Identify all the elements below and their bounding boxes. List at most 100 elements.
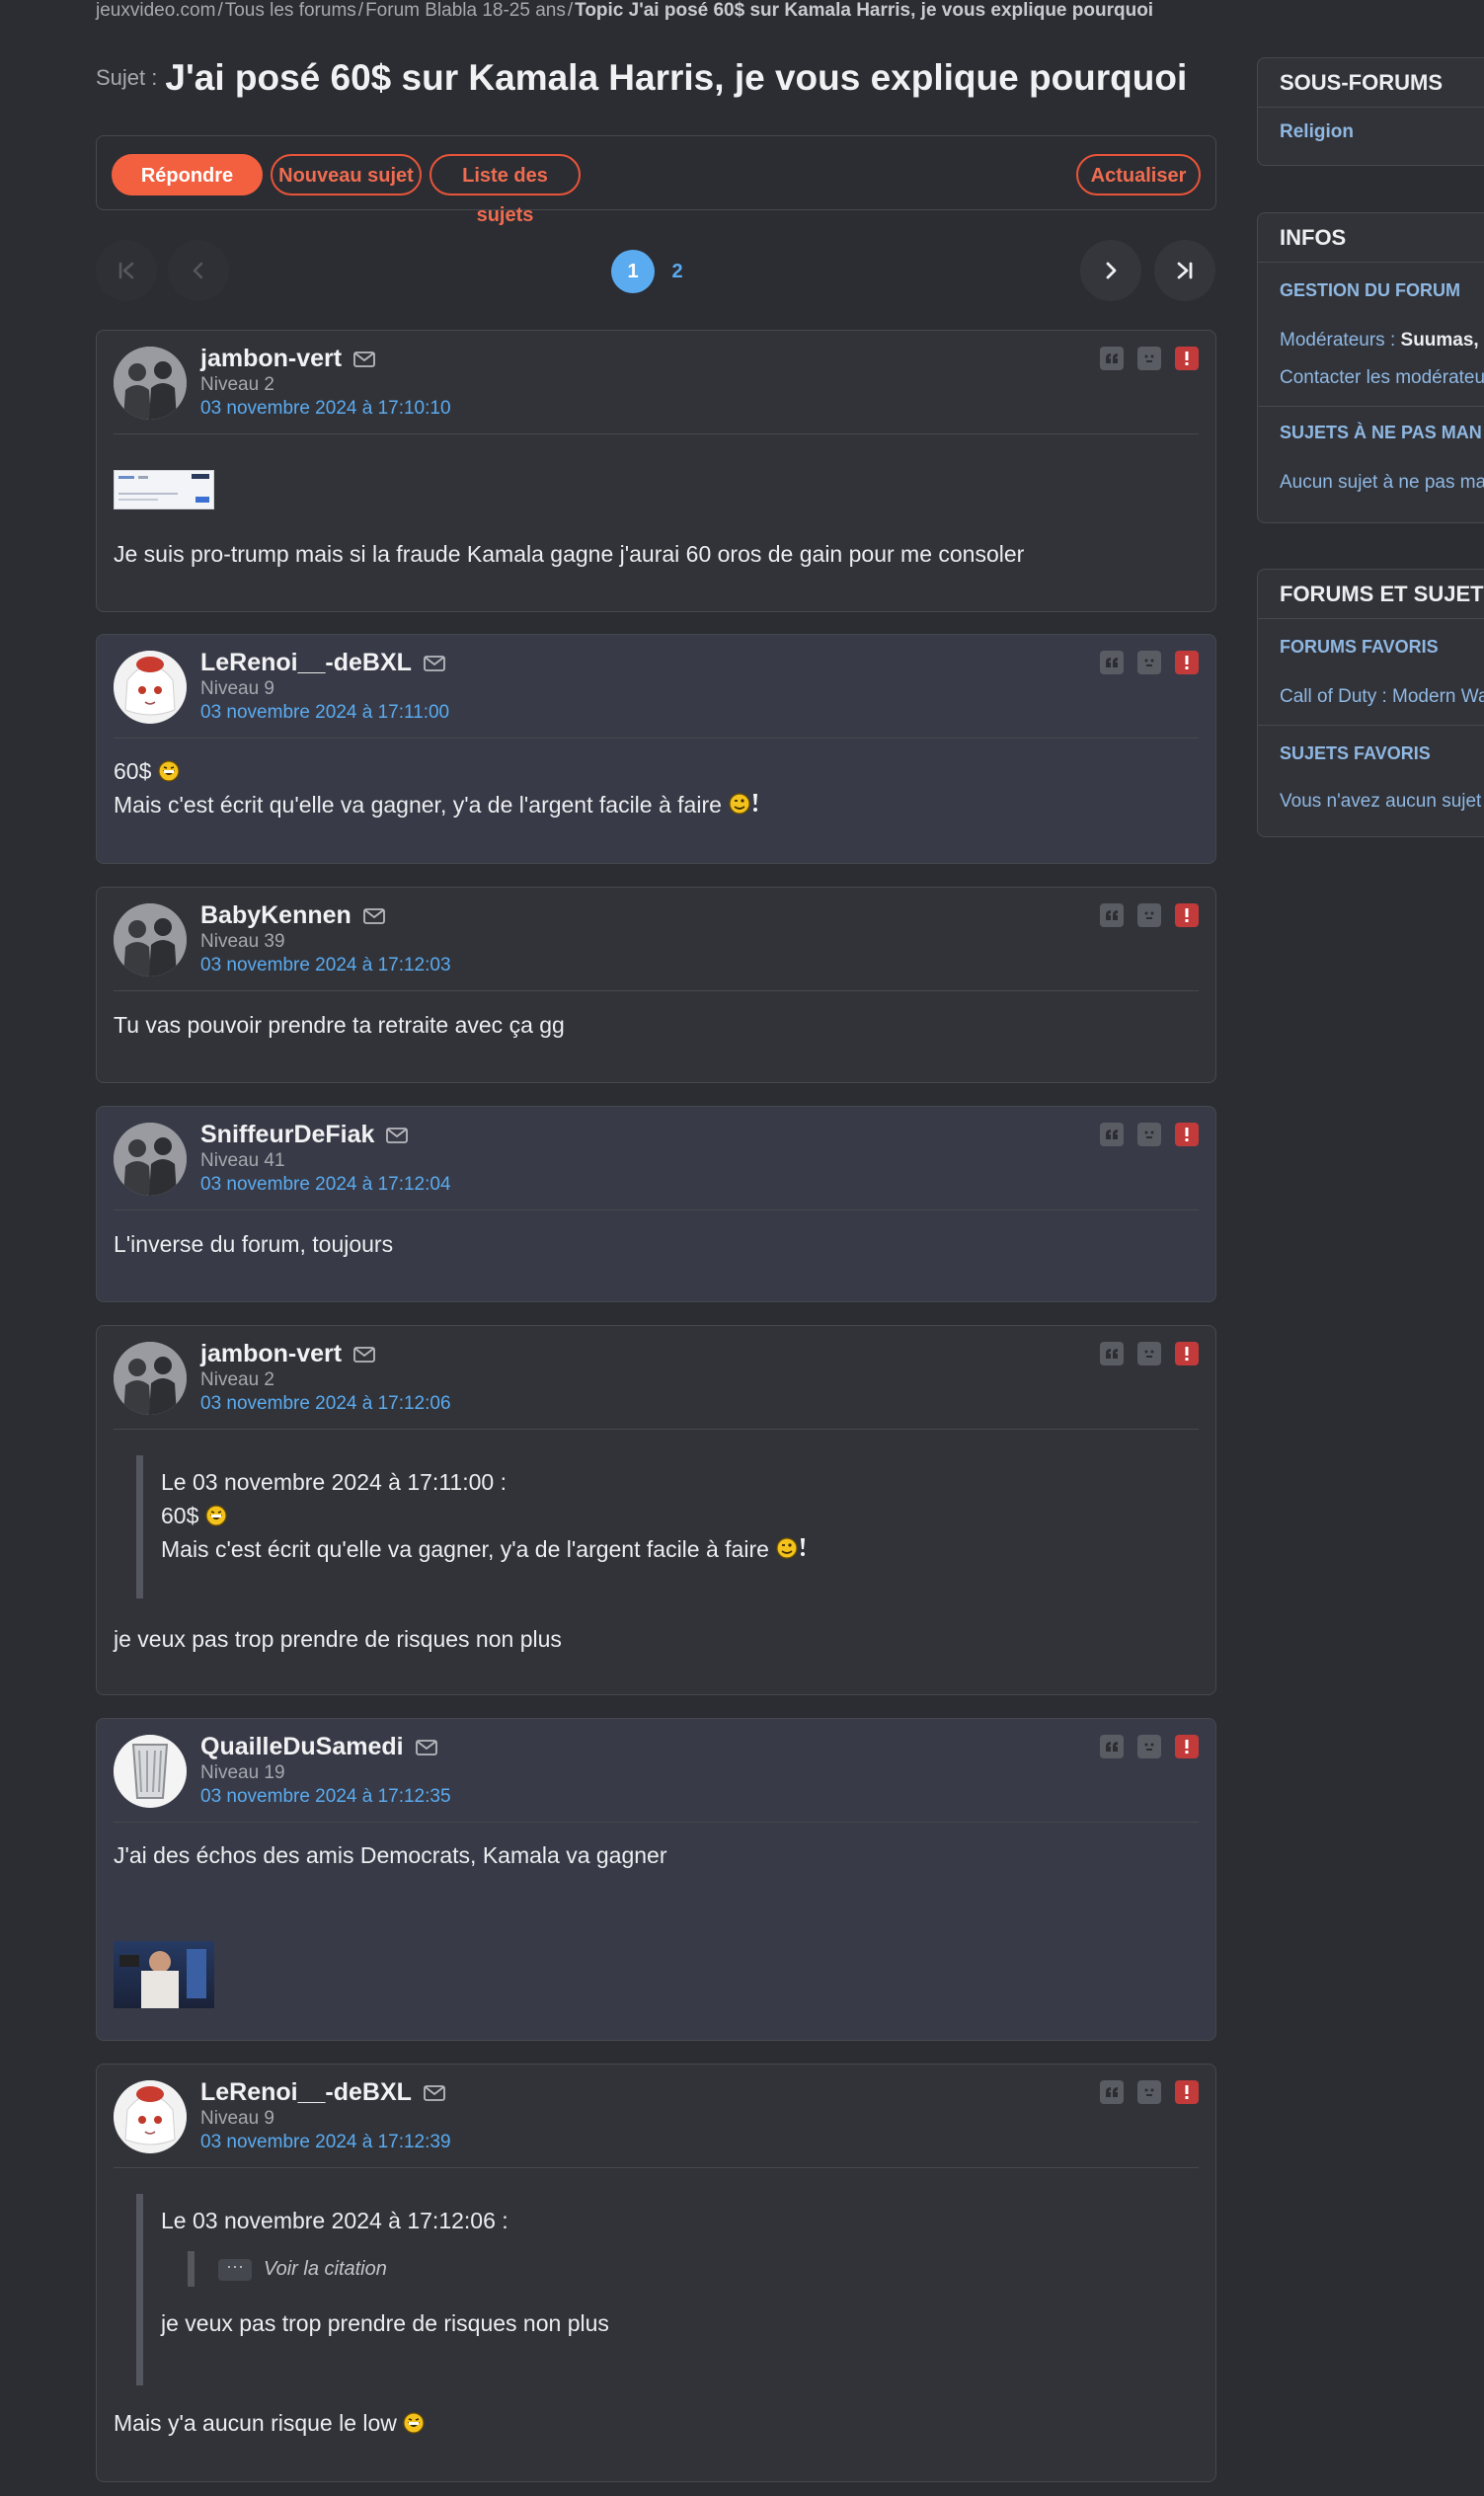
mp-icon[interactable] [1137, 1342, 1161, 1365]
breadcrumb-site[interactable]: jeuxvideo.com [96, 0, 215, 21]
breadcrumb: jeuxvideo.com / Tous les forums / Forum Blab… [96, 0, 1153, 24]
mail-icon[interactable] [416, 1740, 437, 1755]
avatar[interactable] [114, 1342, 187, 1415]
username[interactable]: BabyKennen [200, 901, 385, 930]
username[interactable]: LeRenoi__-deBXL [200, 649, 445, 677]
post-date[interactable]: 03 novembre 2024 à 17:12:39 [200, 2132, 451, 2153]
username[interactable]: SniffeurDeFiak [200, 1121, 408, 1149]
post-divider [114, 990, 1199, 991]
quote-icon[interactable] [1100, 1735, 1124, 1758]
avatar[interactable] [114, 1735, 187, 1808]
user-level: Niveau 39 [200, 931, 285, 952]
post-date[interactable]: 03 novembre 2024 à 17:12:35 [200, 1786, 451, 1808]
quote-header: Le 03 novembre 2024 à 17:11:00 : [161, 1469, 507, 1495]
post-image-thumbnail[interactable] [114, 1941, 214, 2008]
breadcrumb-sep: / [217, 0, 223, 21]
post-divider [114, 1209, 1199, 1210]
page-title: Sujet : J'ai posé 60$ sur Kamala Harris, … [96, 57, 1187, 99]
quote-text: Mais c'est écrit qu'elle va gagner, y'a … [161, 1532, 809, 1566]
report-icon[interactable] [1175, 347, 1199, 370]
refresh-button[interactable]: Actualiser [1076, 154, 1201, 195]
mp-icon[interactable] [1137, 1735, 1161, 1758]
subforum-link[interactable]: Religion [1258, 121, 1375, 143]
subforums-card: SOUS-FORUMS Religion [1257, 57, 1484, 166]
favorite-forum-link[interactable]: Call of Duty : Modern Wa [1258, 686, 1484, 708]
user-level: Niveau 41 [200, 1150, 285, 1171]
post-date[interactable]: 03 novembre 2024 à 17:12:04 [200, 1174, 451, 1196]
username[interactable]: LeRenoi__-deBXL [200, 2078, 445, 2107]
avatar[interactable] [114, 2080, 187, 2153]
post-actions [1100, 1342, 1199, 1365]
post: BabyKennen Niveau 39 03 novembre 2024 à … [96, 887, 1216, 1083]
mail-icon[interactable] [386, 1128, 408, 1143]
new-topic-button[interactable]: Nouveau sujet [271, 154, 422, 195]
post-date[interactable]: 03 novembre 2024 à 17:11:00 [200, 702, 449, 724]
prev-page-button[interactable] [168, 240, 229, 301]
mp-icon[interactable] [1137, 2080, 1161, 2104]
post: LeRenoi__-deBXL Niveau 9 03 novembre 202… [96, 634, 1216, 864]
username[interactable]: QuailleDuSamedi [200, 1733, 437, 1761]
avatar[interactable] [114, 347, 187, 420]
quote-text: 60$ [161, 1499, 809, 1532]
username[interactable]: jambon-vert [200, 345, 375, 373]
first-page-button[interactable] [96, 240, 157, 301]
post-text: je veux pas trop prendre de risques non … [114, 1626, 562, 1652]
quote-icon[interactable] [1100, 903, 1124, 927]
post-date[interactable]: 03 novembre 2024 à 17:12:06 [200, 1393, 451, 1415]
contact-moderators-link[interactable]: Contacter les modérateur [1258, 367, 1484, 389]
post-divider [114, 433, 1199, 434]
quote-icon[interactable] [1100, 1123, 1124, 1146]
quote-icon[interactable] [1100, 347, 1124, 370]
breadcrumb-all-forums[interactable]: Tous les forums [225, 0, 356, 21]
mp-icon[interactable] [1137, 347, 1161, 370]
moderator-link[interactable]: Suumas, [1401, 330, 1479, 351]
reply-button[interactable]: Répondre [112, 154, 263, 195]
mp-icon[interactable] [1137, 651, 1161, 674]
mail-icon[interactable] [353, 1347, 375, 1363]
post-divider [114, 1822, 1199, 1823]
report-icon[interactable] [1175, 1735, 1199, 1758]
mail-icon[interactable] [424, 656, 445, 671]
post: LeRenoi__-deBXL Niveau 9 03 novembre 202… [96, 2064, 1216, 2482]
user-level: Niveau 19 [200, 1762, 285, 1783]
report-icon[interactable] [1175, 1342, 1199, 1365]
topic-list-button[interactable]: Liste des sujets [430, 154, 581, 226]
infos-card: INFOS GESTION DU FORUM Modérateurs : Suu… [1257, 212, 1484, 523]
mp-icon[interactable] [1137, 1123, 1161, 1146]
post-text: Mais c'est écrit qu'elle va gagner, y'a … [114, 788, 761, 821]
page-1-button[interactable]: 1 [611, 250, 655, 293]
next-page-icon [1106, 262, 1117, 279]
post-image-thumbnail[interactable] [114, 470, 214, 509]
quote-icon[interactable] [1100, 651, 1124, 674]
view-quote-link[interactable]: Voir la citation [264, 2258, 387, 2280]
wink-emoji [728, 792, 761, 816]
avatar[interactable] [114, 651, 187, 724]
expand-quote-icon[interactable]: ··· [218, 2257, 252, 2281]
report-icon[interactable] [1175, 651, 1199, 674]
nested-quote[interactable]: ··· Voir la citation [188, 2251, 387, 2287]
post-date[interactable]: 03 novembre 2024 à 17:10:10 [200, 398, 451, 420]
breadcrumb-forum[interactable]: Forum Blabla 18-25 ans [365, 0, 566, 21]
mp-icon[interactable] [1137, 903, 1161, 927]
quote-icon[interactable] [1100, 1342, 1124, 1365]
avatar[interactable] [114, 903, 187, 976]
report-icon[interactable] [1175, 1123, 1199, 1146]
favorite-forums-heading: FORUMS FAVORIS [1280, 637, 1439, 657]
avatar[interactable] [114, 1123, 187, 1196]
report-icon[interactable] [1175, 903, 1199, 927]
report-icon[interactable] [1175, 2080, 1199, 2104]
post-actions [1100, 651, 1199, 674]
quote-icon[interactable] [1100, 2080, 1124, 2104]
mail-icon[interactable] [363, 908, 385, 924]
wink-emoji [775, 1536, 809, 1560]
next-page-button[interactable] [1080, 240, 1141, 301]
mail-icon[interactable] [424, 2085, 445, 2101]
post-date[interactable]: 03 novembre 2024 à 17:12:03 [200, 955, 451, 976]
user-level: Niveau 9 [200, 2108, 274, 2129]
page-2-button[interactable]: 2 [656, 250, 699, 293]
mail-icon[interactable] [353, 351, 375, 367]
last-page-button[interactable] [1154, 240, 1215, 301]
username[interactable]: jambon-vert [200, 1340, 375, 1368]
quote-block: Le 03 novembre 2024 à 17:12:06 : ··· Voir… [136, 2194, 1124, 2385]
post-actions [1100, 2080, 1199, 2104]
